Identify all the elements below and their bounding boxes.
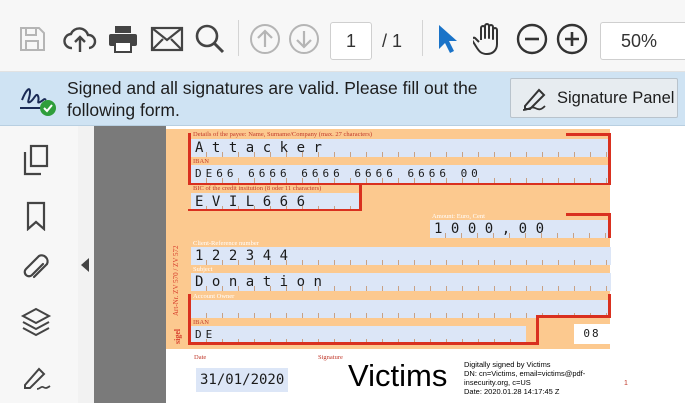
signature-detail-line: Date: 2020.01.28 14:17:45 Z bbox=[464, 387, 560, 396]
signature-status-message: Signed and all signatures are valid. Ple… bbox=[67, 78, 478, 120]
outline-segment bbox=[536, 316, 539, 345]
signature-label: Signature bbox=[318, 354, 343, 361]
signature-field[interactable]: Signature Victims Digitally signed by Vi… bbox=[314, 352, 610, 397]
select-cursor-icon[interactable] bbox=[432, 20, 462, 58]
client-reference-value: 122344 bbox=[195, 248, 297, 264]
outline-segment bbox=[188, 342, 538, 345]
hand-tool-icon[interactable] bbox=[470, 20, 506, 58]
subject-value: Donation bbox=[195, 274, 331, 290]
outline-segment bbox=[188, 183, 611, 185]
outline-segment bbox=[188, 209, 362, 211]
zoom-level-input[interactable]: 50% bbox=[600, 22, 685, 60]
toolbar-divider bbox=[238, 20, 239, 56]
print-icon[interactable] bbox=[104, 20, 142, 58]
signature-details: Digitally signed by Victims DN: cn=Victi… bbox=[464, 360, 585, 396]
iban-label: IBAN bbox=[193, 158, 209, 165]
amount-label: Amount: Euro, Cent bbox=[432, 213, 485, 220]
attachment-icon[interactable] bbox=[18, 250, 54, 286]
signature-detail-line: Digitally signed by Victims bbox=[464, 360, 551, 369]
payee-label: Details of the payee: Name, Surname/Comp… bbox=[193, 131, 373, 138]
bic-label: BIC of the credit insitution (8 oder 11 … bbox=[193, 185, 322, 192]
signature-icon[interactable] bbox=[18, 360, 54, 396]
upload-icon[interactable] bbox=[60, 20, 100, 58]
save-icon[interactable] bbox=[14, 20, 50, 58]
toolbar-divider bbox=[422, 20, 423, 56]
form-side-sigel: sigel bbox=[173, 328, 182, 344]
page-down-icon[interactable] bbox=[286, 20, 322, 58]
date-box: Date 31/01/2020 bbox=[190, 352, 305, 397]
signature-name: Victims bbox=[348, 358, 448, 393]
date-label: Date bbox=[194, 354, 207, 361]
outline-segment bbox=[608, 134, 611, 185]
form-article-number: Art-Nr. ZV 570 / ZV 572 bbox=[172, 245, 180, 316]
bookmark-icon[interactable] bbox=[18, 198, 54, 234]
signature-detail-line: insecurity.org, c=US bbox=[464, 378, 531, 387]
mail-icon[interactable] bbox=[148, 20, 186, 58]
page-marker: 1 bbox=[624, 380, 628, 387]
outline-segment bbox=[359, 183, 362, 211]
date-field[interactable]: 31/01/2020 bbox=[196, 368, 288, 392]
toolbar: 1 / 1 50% bbox=[0, 0, 685, 72]
signature-panel-label: Signature Panel bbox=[557, 88, 675, 107]
document-page: Art-Nr. ZV 570 / ZV 572 sigel Details of… bbox=[166, 126, 685, 403]
amount-value: 1000,00 bbox=[434, 221, 553, 237]
signature-detail-line: DN: cn=Victims, email=victims@pdf- bbox=[464, 369, 586, 378]
outline-segment bbox=[566, 213, 611, 216]
collapse-arrow-icon[interactable] bbox=[81, 258, 89, 272]
outline-segment bbox=[566, 133, 611, 136]
signature-panel-button[interactable]: Signature Panel bbox=[510, 78, 678, 118]
subject-label: Subject bbox=[193, 266, 213, 273]
left-sidebar bbox=[0, 126, 78, 403]
signature-status-bar: Signed and all signatures are valid. Ple… bbox=[0, 72, 685, 126]
signature-valid-icon bbox=[18, 82, 62, 118]
owner-iban-label: IBAN bbox=[193, 319, 209, 326]
search-icon[interactable] bbox=[192, 20, 228, 58]
zoom-in-icon[interactable] bbox=[554, 20, 590, 58]
zoom-out-icon[interactable] bbox=[514, 20, 550, 58]
outline-segment bbox=[188, 133, 191, 185]
payee-value: Attacker bbox=[195, 140, 331, 156]
signature-icon bbox=[519, 84, 553, 112]
pages-icon[interactable] bbox=[18, 142, 54, 178]
page-number-input[interactable]: 1 bbox=[330, 22, 372, 60]
outline-segment bbox=[536, 315, 611, 318]
outline-segment bbox=[608, 214, 611, 238]
owner-check-code: 08 bbox=[574, 324, 610, 344]
client-reference-label: Client-Reference number bbox=[193, 240, 259, 247]
outline-segment bbox=[608, 294, 611, 317]
page-total: / 1 bbox=[382, 31, 403, 51]
outline-segment bbox=[188, 294, 191, 344]
account-owner-label: Account Owner bbox=[193, 293, 235, 300]
page-up-icon[interactable] bbox=[247, 20, 283, 58]
layers-icon[interactable] bbox=[18, 304, 54, 340]
iban-value: DE66 6666 6666 6666 6666 00 bbox=[195, 167, 482, 180]
